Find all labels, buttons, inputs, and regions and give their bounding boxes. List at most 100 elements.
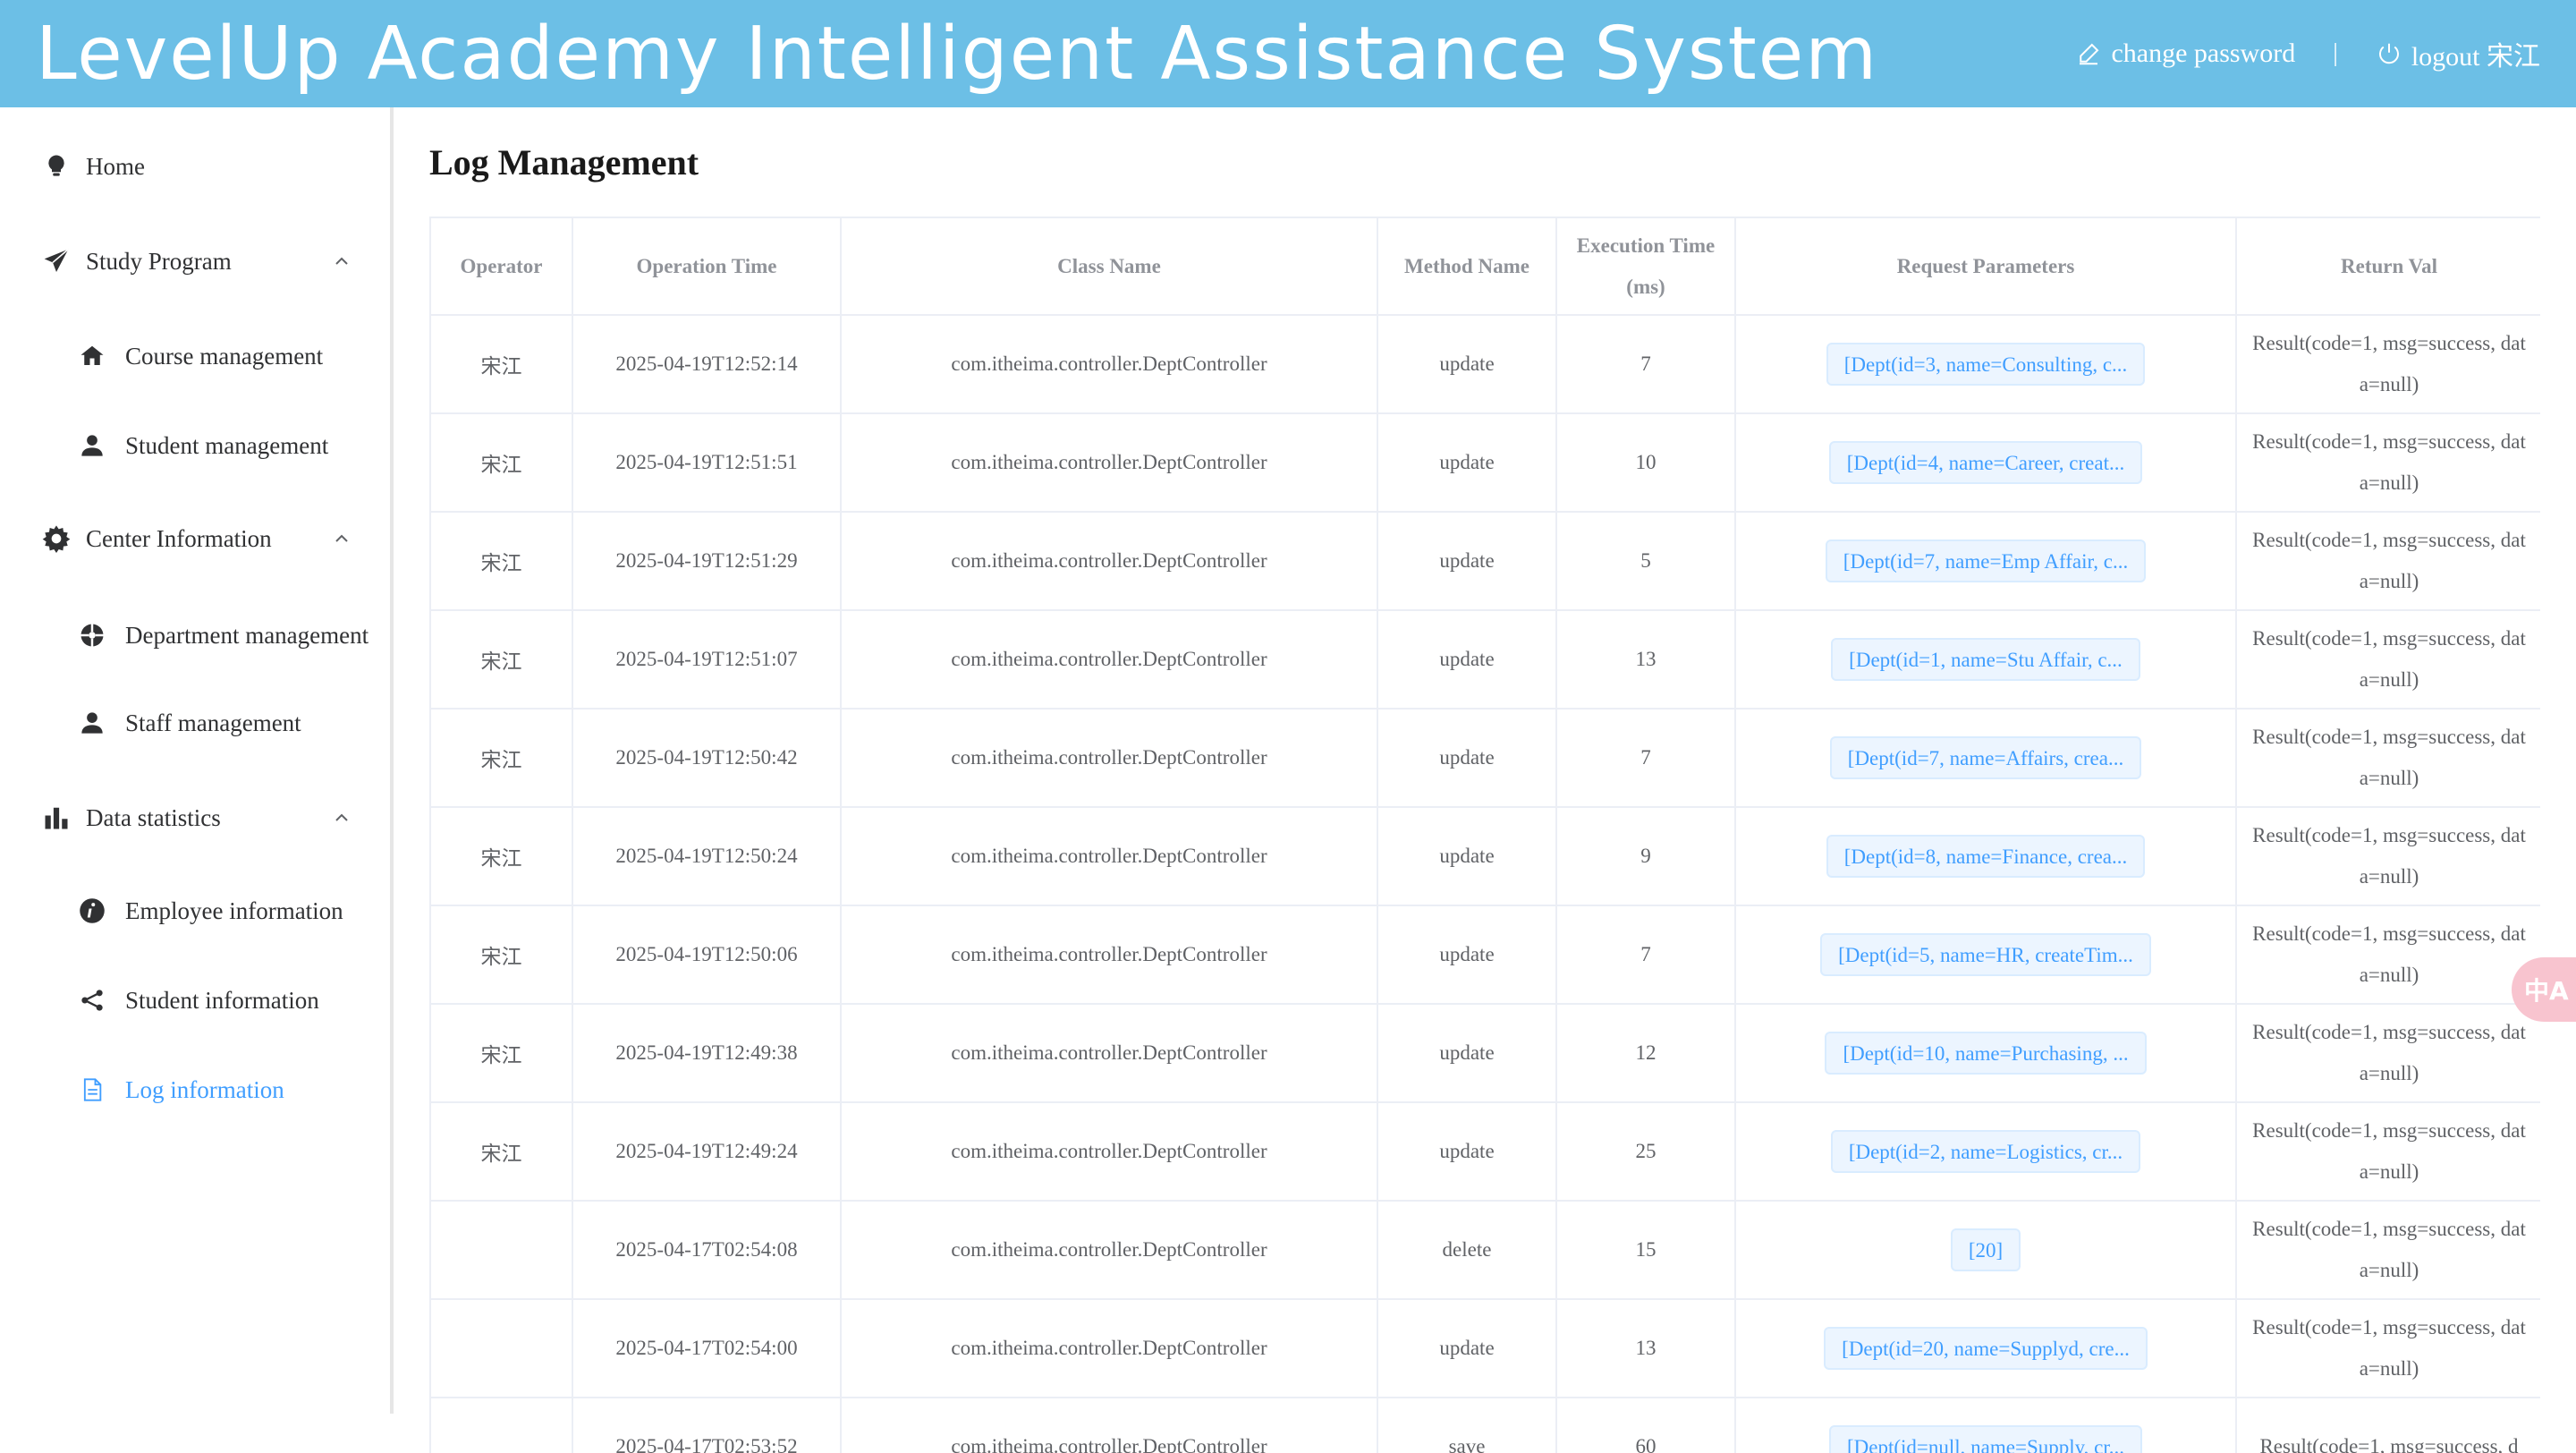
sidebar-group-data-statistics[interactable]: Data statistics xyxy=(0,784,390,852)
request-params-tag[interactable]: [Dept(id=1, name=Stu Affair, c... xyxy=(1831,638,2140,681)
cell-request-parameters: [Dept(id=2, name=Logistics, cr... xyxy=(1735,1102,2237,1202)
translate-button[interactable]: 中A xyxy=(2512,957,2576,1022)
cell-execution-time: 60 xyxy=(1556,1398,1736,1453)
column-header-operator: Operator xyxy=(431,218,573,316)
column-header-execution-time: Execution Time (ms) xyxy=(1556,218,1736,316)
cell-return-val: Result(code=1, msg=success, data=null) xyxy=(2236,807,2540,906)
cell-method-name: update xyxy=(1377,315,1557,414)
cell-operator: 宋江 xyxy=(431,413,573,513)
cell-execution-time: 13 xyxy=(1556,1299,1736,1398)
cell-class-name: com.itheima.controller.DeptController xyxy=(841,610,1378,710)
cell-request-parameters: [Dept(id=7, name=Affairs, crea... xyxy=(1735,709,2237,808)
cell-execution-time: 12 xyxy=(1556,1004,1736,1103)
sidebar-group-study-program[interactable]: Study Program xyxy=(0,227,390,295)
gear-icon xyxy=(41,523,72,554)
table-row: 2025-04-17T02:54:08 com.itheima.controlle… xyxy=(431,1201,2540,1300)
table-row: 2025-04-17T02:53:52 com.itheima.controlle… xyxy=(431,1398,2540,1453)
paper-plane-icon xyxy=(41,246,72,276)
cell-operation-time: 2025-04-19T12:51:07 xyxy=(572,610,842,710)
request-params-tag[interactable]: [Dept(id=3, name=Consulting, c... xyxy=(1826,343,2146,386)
request-params-tag[interactable]: [Dept(id=10, name=Purchasing, ... xyxy=(1825,1032,2147,1075)
table-row: 2025-04-17T02:54:00 com.itheima.controlle… xyxy=(431,1299,2540,1398)
cell-class-name: com.itheima.controller.DeptController xyxy=(841,1299,1378,1398)
request-params-tag[interactable]: [Dept(id=4, name=Career, creat... xyxy=(1828,441,2143,484)
request-params-tag[interactable]: [Dept(id=7, name=Emp Affair, c... xyxy=(1825,540,2147,582)
cell-operation-time: 2025-04-17T02:54:08 xyxy=(572,1201,842,1300)
cell-method-name: update xyxy=(1377,610,1557,710)
cell-request-parameters: [Dept(id=7, name=Emp Affair, c... xyxy=(1735,512,2237,611)
logout-link[interactable]: logout 宋江 xyxy=(2376,34,2540,73)
sidebar-group-label: Study Program xyxy=(86,247,232,275)
cell-method-name: update xyxy=(1377,1004,1557,1103)
cell-method-name: save xyxy=(1377,1398,1557,1453)
cell-operator: 宋江 xyxy=(431,315,573,414)
cell-operation-time: 2025-04-17T02:53:52 xyxy=(572,1398,842,1453)
cell-operator xyxy=(431,1201,573,1300)
document-icon xyxy=(77,1075,107,1105)
cell-operation-time: 2025-04-19T12:50:24 xyxy=(572,807,842,906)
cell-return-val: Result(code=1, msg=success, data=null) xyxy=(2236,1102,2540,1202)
table-row: 宋江 2025-04-19T12:50:24 com.itheima.control… xyxy=(431,807,2540,906)
sidebar-item-student-information[interactable]: Student information xyxy=(0,966,390,1034)
cell-return-val: Result(code=1, msg=success, data=null) xyxy=(2236,315,2540,414)
logout-label: logout 宋江 xyxy=(2411,42,2540,72)
cell-operation-time: 2025-04-19T12:49:24 xyxy=(572,1102,842,1202)
cell-execution-time: 5 xyxy=(1556,512,1736,611)
sidebar-item-home[interactable]: Home xyxy=(0,138,390,195)
column-header-return-val: Return Val xyxy=(2236,218,2540,316)
cell-method-name: delete xyxy=(1377,1201,1557,1300)
sidebar-item-label: Student management xyxy=(125,431,329,459)
change-password-label: change password xyxy=(2111,38,2296,68)
lightbulb-icon xyxy=(41,151,72,182)
share-icon xyxy=(77,985,107,1015)
cell-operation-time: 2025-04-19T12:51:29 xyxy=(572,512,842,611)
cell-method-name: update xyxy=(1377,512,1557,611)
sidebar-item-label: Course management xyxy=(125,342,324,370)
request-params-tag[interactable]: [Dept(id=8, name=Finance, crea... xyxy=(1826,835,2146,878)
cell-operator: 宋江 xyxy=(431,905,573,1005)
table-row: 宋江 2025-04-19T12:49:24 com.itheima.control… xyxy=(431,1102,2540,1202)
cell-class-name: com.itheima.controller.DeptController xyxy=(841,1201,1378,1300)
cell-class-name: com.itheima.controller.DeptController xyxy=(841,807,1378,906)
request-params-tag[interactable]: [Dept(id=20, name=Supplyd, cre... xyxy=(1824,1327,2148,1370)
column-header-method-name: Method Name xyxy=(1377,218,1557,316)
request-params-tag[interactable]: [20] xyxy=(1950,1228,2021,1271)
chevron-up-icon xyxy=(335,534,348,542)
table-row: 宋江 2025-04-19T12:50:42 com.itheima.control… xyxy=(431,709,2540,808)
sidebar-item-label: Student information xyxy=(125,986,319,1014)
cell-method-name: update xyxy=(1377,413,1557,513)
cell-execution-time: 7 xyxy=(1556,315,1736,414)
cell-operation-time: 2025-04-17T02:54:00 xyxy=(572,1299,842,1398)
cell-request-parameters: [20] xyxy=(1735,1201,2237,1300)
page-title: Log Management xyxy=(429,142,699,183)
cell-return-val: Result(code=1, msg=success, data=null) xyxy=(2236,1299,2540,1398)
chevron-up-icon xyxy=(335,813,348,821)
sidebar-item-label: Staff management xyxy=(125,709,301,736)
cell-method-name: update xyxy=(1377,709,1557,808)
cell-execution-time: 7 xyxy=(1556,905,1736,1005)
app-header: LevelUp Academy Intelligent Assistance S… xyxy=(0,0,2576,107)
sidebar-item-course-management[interactable]: Course management xyxy=(0,322,390,390)
cell-operation-time: 2025-04-19T12:49:38 xyxy=(572,1004,842,1103)
request-params-tag[interactable]: [Dept(id=null, name=Supply, cr... xyxy=(1829,1425,2142,1453)
cell-operation-time: 2025-04-19T12:51:51 xyxy=(572,413,842,513)
request-params-tag[interactable]: [Dept(id=7, name=Affairs, crea... xyxy=(1829,736,2142,779)
cell-return-val: Result(code=1, msg=success, data=null) xyxy=(2236,512,2540,611)
cell-request-parameters: [Dept(id=5, name=HR, createTim... xyxy=(1735,905,2237,1005)
cell-method-name: update xyxy=(1377,1299,1557,1398)
sidebar-group-label: Center Information xyxy=(86,524,272,552)
cell-execution-time: 7 xyxy=(1556,709,1736,808)
sidebar-item-log-information[interactable]: Log information xyxy=(0,1056,390,1124)
cell-return-val: Result(code=1, msg=success, data=null) xyxy=(2236,413,2540,513)
info-icon xyxy=(77,896,107,926)
sidebar-item-student-management[interactable]: Student management xyxy=(0,412,390,480)
request-params-tag[interactable]: [Dept(id=5, name=HR, createTim... xyxy=(1820,933,2151,976)
change-password-link[interactable]: change password xyxy=(2075,38,2295,69)
sidebar-item-staff-management[interactable]: Staff management xyxy=(0,689,390,757)
sidebar-item-department-management[interactable]: Department management xyxy=(0,601,390,669)
sidebar-group-center-information[interactable]: Center Information xyxy=(0,505,390,573)
cell-return-val: Result(code=1, msg=success, data=null) xyxy=(2236,905,2540,1005)
request-params-tag[interactable]: [Dept(id=2, name=Logistics, cr... xyxy=(1830,1130,2141,1173)
sidebar-item-employee-information[interactable]: Employee information xyxy=(0,877,390,945)
cell-operator: 宋江 xyxy=(431,512,573,611)
